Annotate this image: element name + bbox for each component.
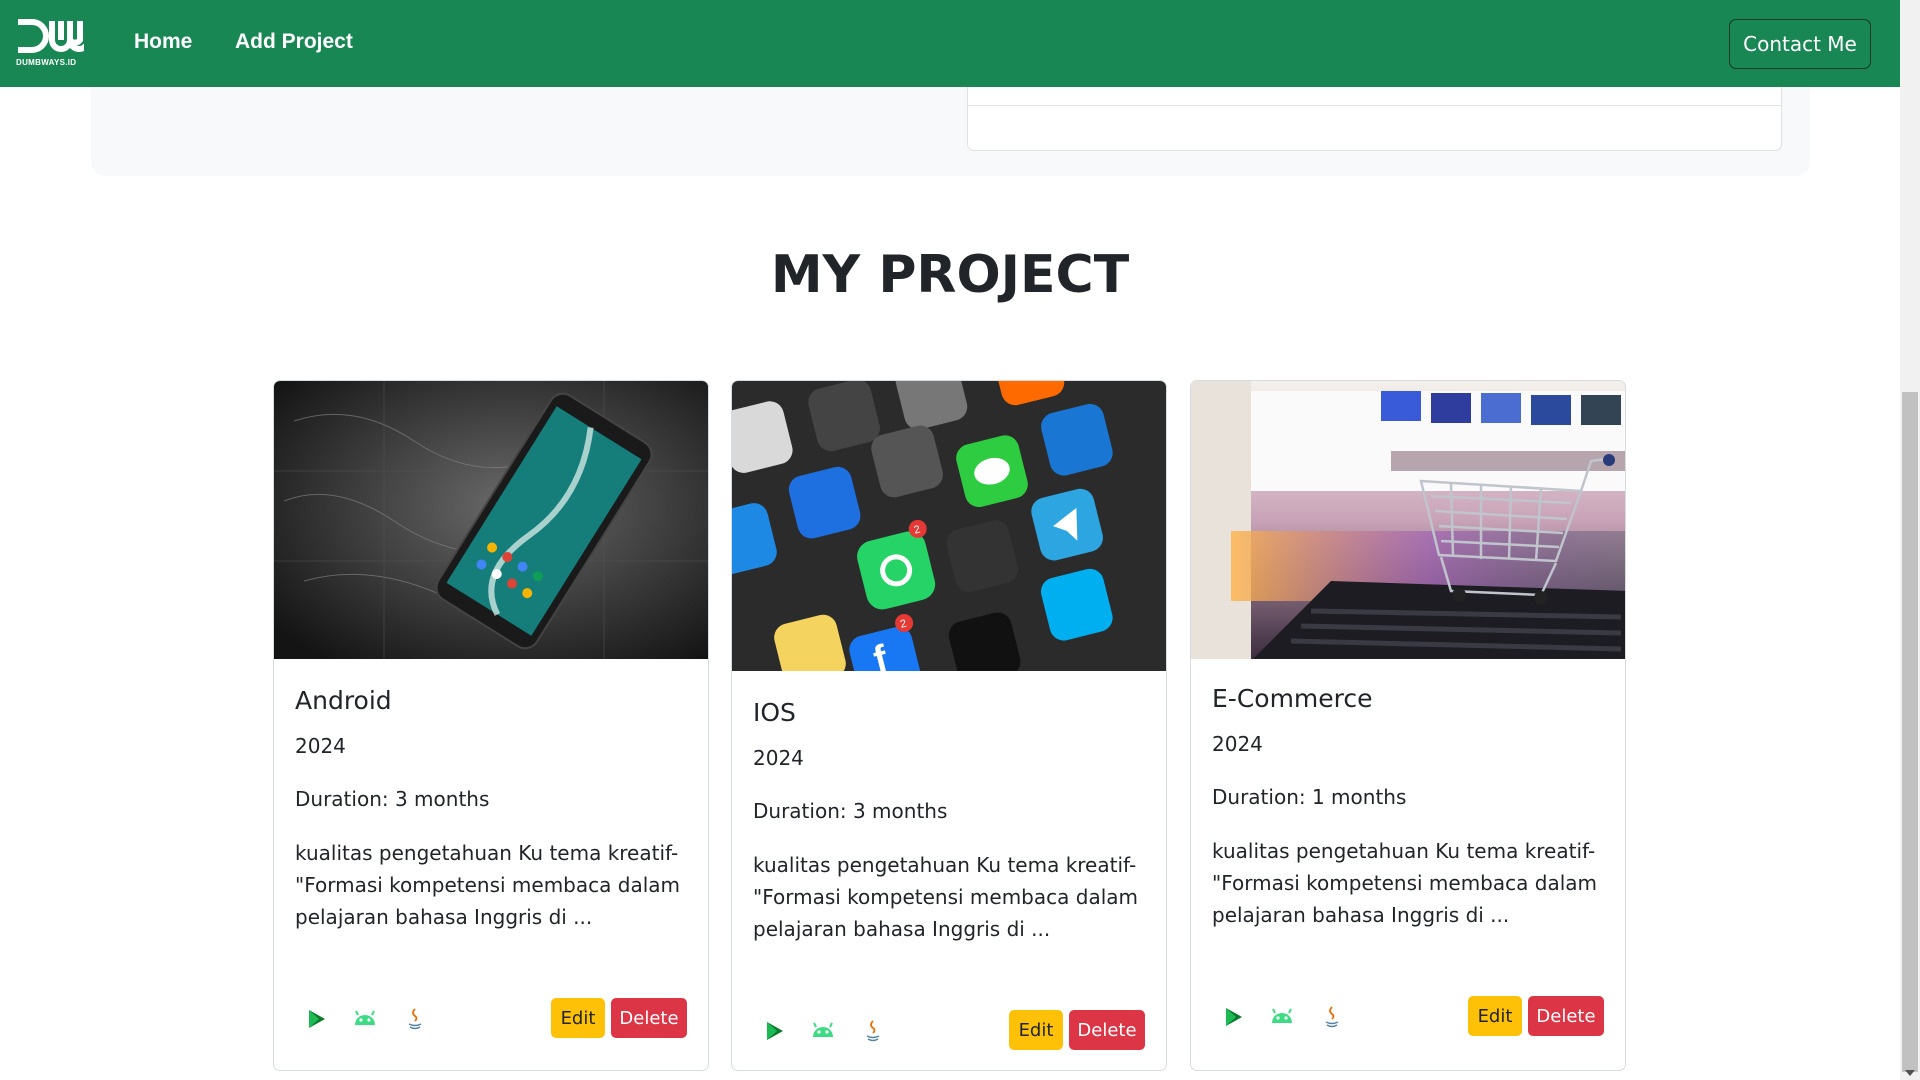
java-icon: [860, 1018, 886, 1044]
project-title[interactable]: Android: [295, 681, 687, 721]
card-body: E-Commerce 2024 Duration: 1 months kuali…: [1212, 679, 1604, 931]
card-footer: Edit Delete: [753, 1010, 1145, 1050]
delete-button[interactable]: Delete: [1069, 1010, 1145, 1050]
project-duration: Duration: 3 months: [295, 787, 490, 811]
project-year: 2024: [295, 734, 346, 758]
google-play-icon: [1221, 1004, 1247, 1030]
card-body: Android 2024 Duration: 3 months kualitas…: [295, 681, 687, 933]
delete-button[interactable]: Delete: [1528, 996, 1604, 1036]
project-year: 2024: [1212, 732, 1263, 756]
edit-button[interactable]: Edit: [1468, 996, 1522, 1036]
java-icon: [402, 1006, 428, 1032]
card-footer: Edit Delete: [295, 998, 687, 1038]
project-duration: Duration: 3 months: [753, 799, 948, 823]
project-description: kualitas pengetahuan Ku tema kreatif- "F…: [295, 841, 680, 929]
project-duration: Duration: 1 months: [1212, 785, 1407, 809]
delete-button[interactable]: Delete: [611, 998, 687, 1038]
section-title: MY PROJECT: [770, 245, 1130, 305]
navbar: DUMBWAYS.ID Home Add Project Contact Me: [0, 0, 1900, 87]
edit-button[interactable]: Edit: [551, 998, 605, 1038]
scrollbar-thumb[interactable]: [1902, 392, 1918, 1072]
scroll-down-arrow-icon[interactable]: [1905, 1070, 1915, 1076]
project-image-android: [274, 381, 708, 659]
project-card-ios[interactable]: 2 2 f IOS 2024 Duration: 3 months kualit…: [731, 380, 1167, 1071]
project-description: kualitas pengetahuan Ku tema kreatif- "F…: [753, 853, 1138, 941]
contact-me-button[interactable]: Contact Me: [1729, 19, 1871, 69]
project-title[interactable]: IOS: [753, 693, 1145, 733]
logo-text: DUMBWAYS.ID: [16, 58, 77, 67]
page-scrollbar[interactable]: [1900, 0, 1920, 1080]
nav-home-link[interactable]: Home: [134, 30, 192, 54]
project-image-ios: 2 2 f: [732, 381, 1166, 671]
project-title[interactable]: E-Commerce: [1212, 679, 1604, 719]
project-card-android[interactable]: Android 2024 Duration: 3 months kualitas…: [273, 380, 709, 1071]
project-description: kualitas pengetahuan Ku tema kreatif- "F…: [1212, 839, 1597, 927]
panel-divider: [968, 105, 1781, 106]
nav-add-project-link[interactable]: Add Project: [235, 30, 353, 54]
project-image-e-commerce: [1191, 381, 1625, 659]
edit-button[interactable]: Edit: [1009, 1010, 1063, 1050]
android-icon: [810, 1018, 836, 1044]
card-footer: Edit Delete: [1212, 996, 1604, 1036]
google-play-icon: [304, 1006, 330, 1032]
android-icon: [1269, 1004, 1295, 1030]
previous-section-panel: [967, 87, 1782, 151]
google-play-icon: [762, 1018, 788, 1044]
project-card-e-commerce[interactable]: E-Commerce 2024 Duration: 1 months kuali…: [1190, 380, 1626, 1071]
card-body: IOS 2024 Duration: 3 months kualitas pen…: [753, 693, 1145, 945]
project-year: 2024: [753, 746, 804, 770]
logo[interactable]: DUMBWAYS.ID: [16, 18, 84, 68]
dumbways-logo-icon: [18, 19, 84, 53]
java-icon: [1319, 1004, 1345, 1030]
android-icon: [352, 1006, 378, 1032]
